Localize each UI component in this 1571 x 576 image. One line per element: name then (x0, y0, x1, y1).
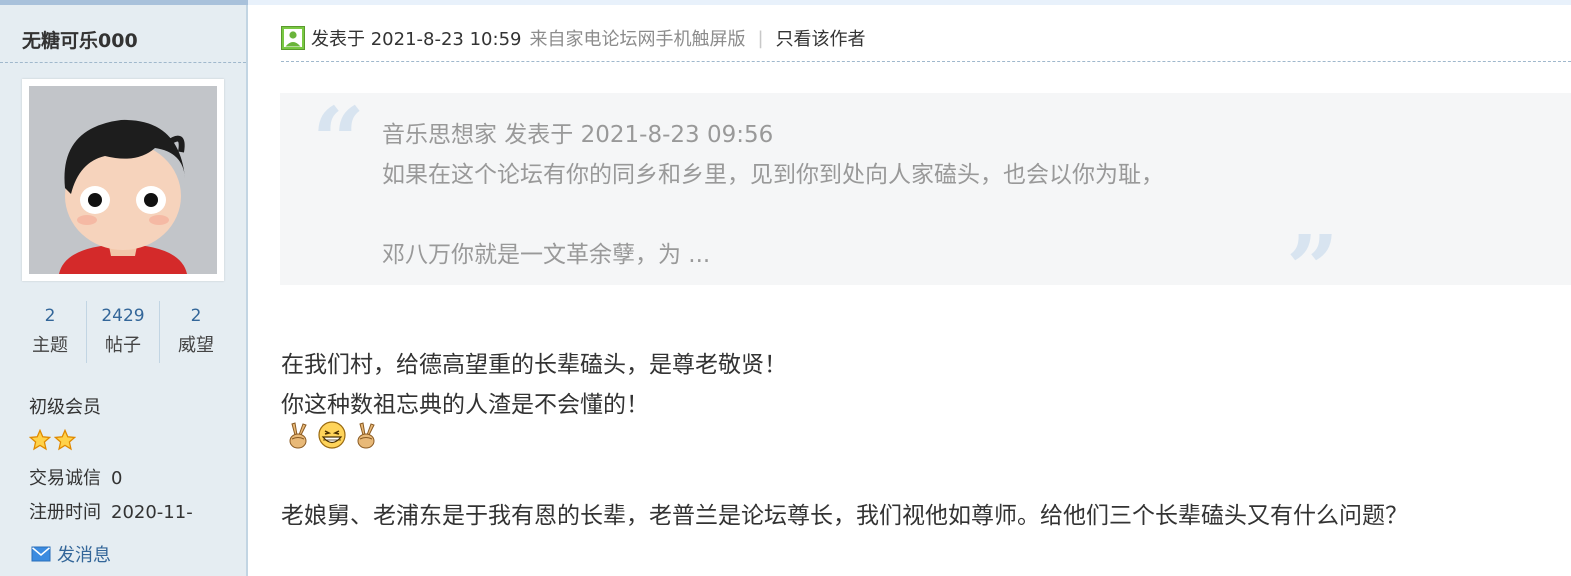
stat-threads[interactable]: 2 主题 (14, 301, 87, 363)
trade-credit-label: 交易诚信 (29, 468, 101, 489)
quote-header: 音乐思想家 发表于 2021-8-23 09:56 (382, 122, 774, 148)
post-meta: 发表于 2021-8-23 10:59 来自家电论坛网手机触屏版 | 只看该作者 (281, 25, 866, 51)
stat-prestige[interactable]: 2 威望 (160, 301, 232, 363)
avatar-image (29, 86, 217, 274)
member-stars (29, 429, 76, 451)
stat-prestige-label: 威望 (178, 335, 214, 356)
register-date-value: 2020-11- (111, 502, 193, 523)
quote-line: 如果在这个论坛有你的同乡和乡里，见到你到处向人家磕头，也会以你为耻， (382, 162, 1164, 188)
victory-hand-icon (357, 422, 375, 449)
header-separator: | (757, 27, 764, 49)
stat-posts-value[interactable]: 2429 (87, 301, 159, 331)
author-stats: 2 主题 2429 帖子 2 威望 (14, 301, 232, 363)
register-date: 注册时间 2020-11- (29, 498, 193, 524)
send-message-link[interactable]: 发消息 (31, 541, 111, 567)
envelope-icon (31, 546, 51, 562)
star-icon (54, 429, 76, 451)
emoji-row (283, 420, 381, 450)
post-body-line: 你这种数祖忘典的人渣是不会懂的！ (281, 392, 649, 418)
trade-credit-value: 0 (111, 468, 123, 489)
quote-block: “ 音乐思想家 发表于 2021-8-23 09:56 如果在这个论坛有你的同乡… (280, 87, 1571, 315)
only-author-link[interactable]: 只看该作者 (776, 25, 866, 51)
stat-posts-label: 帖子 (105, 335, 141, 356)
stat-prestige-value[interactable]: 2 (160, 301, 232, 331)
quote-close-icon: ” (1286, 215, 1339, 323)
quote-line: 邓八万你就是一文革余孽，为 ... (382, 242, 711, 268)
grinning-face-icon (318, 421, 346, 449)
divider (0, 62, 246, 63)
divider (281, 61, 1571, 62)
online-status-icon (281, 26, 305, 50)
send-message-label[interactable]: 发消息 (57, 541, 111, 567)
author-sidebar: 无糖可乐000 2 主题 2429 帖子 2 威望 初级会员 交易诚信 0 注册… (0, 5, 248, 576)
avatar[interactable] (22, 79, 224, 281)
stat-threads-label: 主题 (32, 335, 68, 356)
quote-open-icon: “ (312, 87, 365, 195)
post-body-line: 在我们村，给德高望重的长辈磕头，是尊老敬贤！ (281, 352, 787, 378)
member-level[interactable]: 初级会员 (29, 393, 101, 419)
trade-credit: 交易诚信 0 (29, 464, 122, 490)
author-name[interactable]: 无糖可乐000 (22, 26, 138, 53)
post-body-line: 老娘舅、老浦东是于我有恩的长辈，老普兰是论坛尊长，我们视他如尊师。给他们三个长辈… (281, 503, 1408, 529)
victory-hand-icon (289, 422, 307, 449)
stat-threads-value[interactable]: 2 (14, 301, 86, 331)
post-source-link[interactable]: 来自家电论坛网手机触屏版 (529, 25, 745, 51)
post-time: 发表于 2021-8-23 10:59 (311, 29, 522, 50)
stat-posts[interactable]: 2429 帖子 (87, 301, 160, 363)
register-date-label: 注册时间 (29, 502, 101, 523)
star-icon (29, 429, 51, 451)
